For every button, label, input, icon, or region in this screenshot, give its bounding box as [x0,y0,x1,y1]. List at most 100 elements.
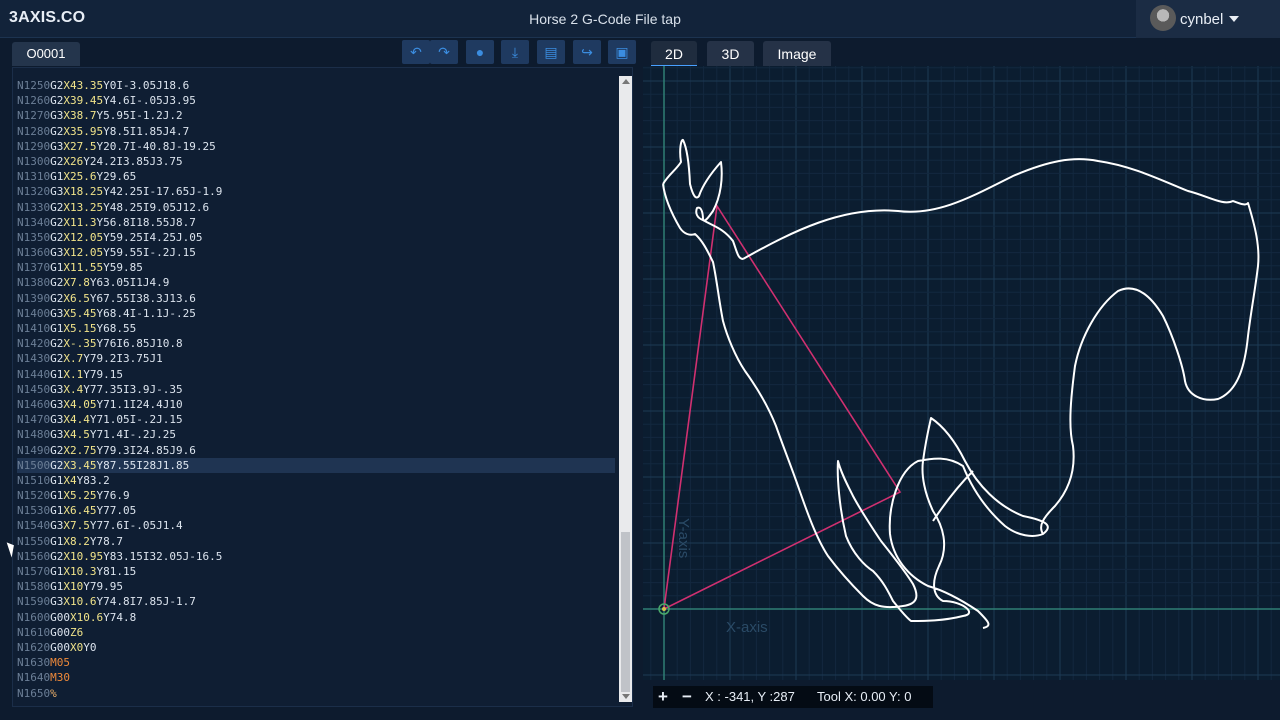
code-token: N1590 [17,595,51,609]
tab-program[interactable]: O0001 [12,42,80,66]
code-line[interactable]: N1630M05 [17,655,615,670]
code-token: I-17.65J-1.9 [142,185,223,199]
code-token: X7.5 [63,519,90,533]
code-token: G00 [50,640,70,654]
code-line[interactable]: N1650% [17,686,615,701]
code-token: X.1 [63,367,84,381]
code-token: G2 [50,215,64,229]
tool-position: Tool X: 0.00 Y: 0 [817,689,912,704]
code-line[interactable]: N1400G3X5.45Y68.4I-1.1J-.25 [17,306,615,321]
code-line[interactable]: N1350G2X12.05Y59.25I4.25J.05 [17,230,615,245]
code-line[interactable]: N1480G3X4.5Y71.4I-.2J.25 [17,427,615,442]
code-token: Y42.25 [103,185,143,199]
code-line[interactable]: N1370G1X11.55Y59.85 [17,260,615,275]
code-line[interactable]: N1300G2X26Y24.2I3.85J3.75 [17,154,615,169]
code-token: I3.75J1 [116,352,163,366]
scroll-down-icon[interactable] [622,694,630,699]
document-icon[interactable]: ▤ [537,40,565,64]
zoom-in-button[interactable]: + [653,686,673,708]
code-token: N1380 [17,276,51,290]
code-line[interactable]: N1470G3X4.4Y71.05I-.2J.15 [17,412,615,427]
code-line[interactable]: N1590G3X10.6Y74.8I7.85J-1.7 [17,594,615,609]
comment-icon[interactable]: ● [466,40,494,64]
code-token: Y59.55 [103,246,143,260]
redo-icon[interactable]: ↷ [430,40,458,64]
code-token: N1620 [17,640,51,654]
undo-icon[interactable]: ↶ [402,40,430,64]
code-token: I7.85J-1.7 [129,595,196,609]
code-token: G3 [50,382,64,396]
share-icon[interactable]: ↪ [573,40,601,64]
code-token: N1310 [17,170,51,184]
code-line[interactable]: N1510G1X4Y83.2 [17,473,615,488]
avatar[interactable] [1150,5,1176,31]
code-token: I1.85J4.7 [129,124,190,138]
code-line[interactable]: N1460G3X4.05Y71.1I24.4J10 [17,397,615,412]
code-token: Y0 [103,79,117,92]
code-token: N1640 [17,671,51,685]
code-line[interactable]: N1560G2X10.95Y83.15I32.05J-16.5 [17,549,615,564]
code-line[interactable]: N1440G1X.1Y79.15 [17,367,615,382]
code-line[interactable]: N1520G1X5.25Y76.9 [17,488,615,503]
code-line[interactable]: N1500G2X3.45Y87.55I28J1.85 [17,457,615,473]
code-token: G2 [50,230,64,244]
code-token: I-1.1J-.25 [129,306,196,320]
code-token: Y56.8 [96,215,130,229]
code-line[interactable]: N1290G3X27.5Y20.7I-40.8J-19.25 [17,139,615,154]
code-line[interactable]: N1450G3X.4Y77.35I3.9J-.35 [17,382,615,397]
code-token: Y59.85 [103,261,143,275]
code-line[interactable]: N1330G2X13.25Y48.25I9.05J12.6 [17,200,615,215]
scrollbar-thumb[interactable] [621,532,630,692]
code-line[interactable]: N1620G00X0Y0 [17,640,615,655]
code-line[interactable]: N1270G3X38.7Y5.95I-1.2J.2 [17,108,615,123]
code-line[interactable]: N1570G1X10.3Y81.15 [17,564,615,579]
zoom-out-button[interactable]: − [677,686,697,708]
user-menu[interactable]: cynbel [1136,0,1280,38]
scroll-up-icon[interactable] [622,79,630,84]
code-line[interactable]: N1310G1X25.6Y29.65 [17,169,615,184]
code-line[interactable]: N1380G2X7.8Y63.05I1J4.9 [17,275,615,290]
code-token: Y76.9 [96,489,130,503]
status-bar: + − X : -341, Y :287 Tool X: 0.00 Y: 0 [653,686,933,708]
code-line[interactable]: N1360G3X12.05Y59.55I-.2J.15 [17,245,615,260]
code-token: Z6 [70,625,84,639]
gcode-editor[interactable]: N1250G2X43.35Y0I-3.05J18.6 N1260G2X39.45Y… [12,67,633,707]
code-line[interactable]: N1280G2X35.95Y8.5I1.85J4.7 [17,124,615,139]
code-line[interactable]: N1490G2X2.75Y79.3I24.85J9.6 [17,443,615,458]
gcode-lines[interactable]: N1250G2X43.35Y0I-3.05J18.6 N1260G2X39.45Y… [17,78,615,701]
code-token: N1470 [17,413,51,427]
code-line[interactable]: N1580G1X10Y79.95 [17,579,615,594]
code-token: I-.05J1.4 [123,519,183,533]
save-icon[interactable]: ▣ [608,40,636,64]
editor-scrollbar[interactable] [619,76,632,702]
toolpath-canvas[interactable]: Y-axis X-axis [643,66,1280,680]
code-line[interactable]: N1430G2X.7Y79.2I3.75J1 [17,351,615,366]
code-line[interactable]: N1420G2X-.35Y76I6.85J10.8 [17,336,615,351]
code-token: G1 [50,170,64,184]
code-line[interactable]: N1600G00X10.6Y74.8 [17,610,615,625]
code-line[interactable]: N1340G2X11.3Y56.8I18.55J8.7 [17,215,615,230]
code-line[interactable]: N1410G1X5.15Y68.55 [17,321,615,336]
tab-2d[interactable]: 2D [651,41,697,67]
code-line[interactable]: N1530G1X6.45Y77.05 [17,503,615,518]
code-line[interactable]: N1250G2X43.35Y0I-3.05J18.6 [17,78,615,93]
code-token: G3 [50,306,64,320]
code-line[interactable]: N1390G2X6.5Y67.55I38.3J13.6 [17,291,615,306]
download-icon[interactable]: ⤓ [501,40,529,64]
code-token: N1580 [17,580,51,594]
code-token: I6.85J10.8 [116,337,183,351]
code-line[interactable]: N1640M30 [17,670,615,685]
tab-image[interactable]: Image [763,41,831,67]
code-line[interactable]: N1320G3X18.25Y42.25I-17.65J-1.9 [17,184,615,199]
code-line[interactable]: N1540G3X7.5Y77.6I-.05J1.4 [17,518,615,533]
code-token: X10.3 [63,565,97,578]
user-name[interactable]: cynbel [1180,11,1223,28]
code-token: I-.2J.15 [129,413,183,427]
code-line[interactable]: N1260G2X39.45Y4.6I-.05J3.95 [17,93,615,108]
tab-3d[interactable]: 3D [707,41,754,67]
chevron-down-icon[interactable] [1229,16,1239,22]
code-line[interactable]: N1550G1X8.2Y78.7 [17,534,615,549]
code-token: G3 [50,139,64,153]
toolpath-viewer[interactable]: Y-axis X-axis [643,66,1280,680]
code-line[interactable]: N1610G00Z6 [17,625,615,640]
